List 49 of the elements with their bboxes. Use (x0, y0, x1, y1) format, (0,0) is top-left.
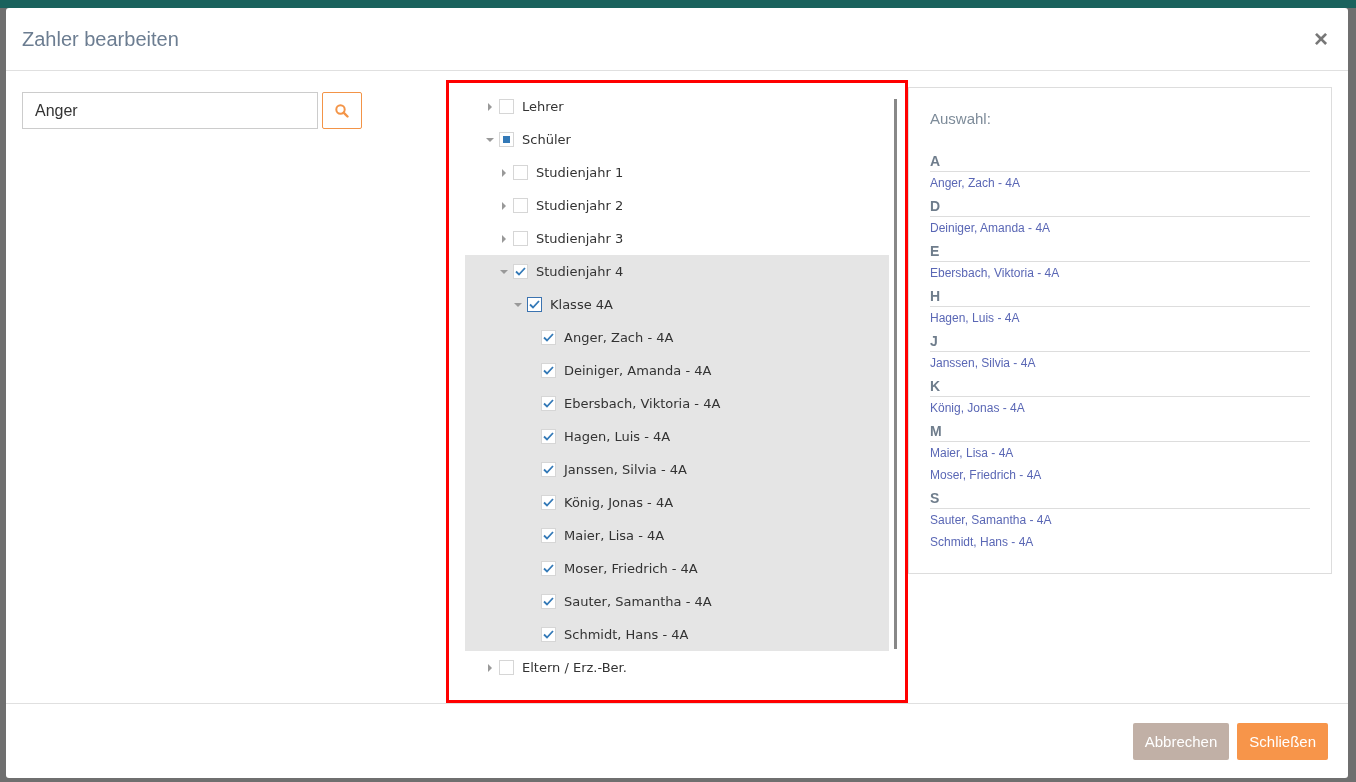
caret-icon[interactable] (499, 167, 509, 178)
group-letter: D (930, 198, 1310, 217)
selected-name: Ebersbach, Viktoria - 4A (930, 265, 1061, 282)
tree-row[interactable]: König, Jonas - 4A (465, 486, 889, 519)
tree-row[interactable]: Deiniger, Amanda - 4A (465, 354, 889, 387)
tree-row[interactable]: Moser, Friedrich - 4A (465, 552, 889, 585)
group-letter: S (930, 490, 1310, 509)
tree-row[interactable]: Sauter, Samantha - 4A (465, 585, 889, 618)
group-letter: J (930, 333, 1310, 352)
tree-row[interactable]: Janssen, Silvia - 4A (465, 453, 889, 486)
tree-row[interactable]: Studienjahr 2 (465, 189, 889, 222)
search-icon (335, 103, 349, 118)
selected-name: Hagen, Luis - 4A (930, 310, 1021, 327)
selected-name: König, Jonas - 4A (930, 400, 1026, 417)
tree-row[interactable]: Schmidt, Hans - 4A (465, 618, 889, 651)
selected-name: Janssen, Silvia - 4A (930, 355, 1037, 372)
search-field[interactable]: Anger (22, 92, 318, 129)
selected-name: Schmidt, Hans - 4A (930, 534, 1035, 551)
group-letter: A (930, 153, 1310, 172)
selected-name: Sauter, Samantha - 4A (930, 512, 1053, 529)
tree-row[interactable]: Maier, Lisa - 4A (465, 519, 889, 552)
tree-row[interactable]: Klasse 4A (465, 288, 889, 321)
group-letter: M (930, 423, 1310, 442)
caret-icon[interactable] (499, 200, 509, 211)
selected-name: Maier, Lisa - 4A (930, 445, 1015, 462)
selected-name: Anger, Zach - 4A (930, 175, 1022, 192)
tree-row[interactable]: Hagen, Luis - 4A (465, 420, 889, 453)
caret-icon[interactable] (485, 662, 495, 673)
dialog-title: Zahler bearbeiten (22, 27, 179, 51)
tree-row[interactable]: Eltern / Erz.-Ber. (465, 651, 889, 684)
group-letter: E (930, 243, 1310, 262)
tree-row[interactable]: Schüler (465, 123, 889, 156)
scrollbar[interactable] (894, 99, 897, 649)
tree-row[interactable]: Studienjahr 3 (465, 222, 889, 255)
selected-name: Moser, Friedrich - 4A (930, 467, 1043, 484)
group-letter: H (930, 288, 1310, 307)
tree-row[interactable]: Ebersbach, Viktoria - 4A (465, 387, 889, 420)
group-letter: K (930, 378, 1310, 397)
tree-row[interactable]: Studienjahr 4 (465, 255, 889, 288)
caret-icon[interactable] (485, 101, 495, 112)
close-button[interactable]: × (1310, 27, 1332, 51)
tree-row[interactable]: Lehrer (465, 90, 889, 123)
search-button[interactable] (322, 92, 362, 129)
checkbox[interactable] (527, 297, 542, 312)
tree-row[interactable]: Studienjahr 1 (465, 156, 889, 189)
caret-icon[interactable] (499, 233, 509, 244)
selected-name: Deiniger, Amanda - 4A (930, 220, 1052, 237)
selection-title: Auswahl: (930, 110, 992, 127)
tree-row[interactable]: Anger, Zach - 4A (465, 321, 889, 354)
